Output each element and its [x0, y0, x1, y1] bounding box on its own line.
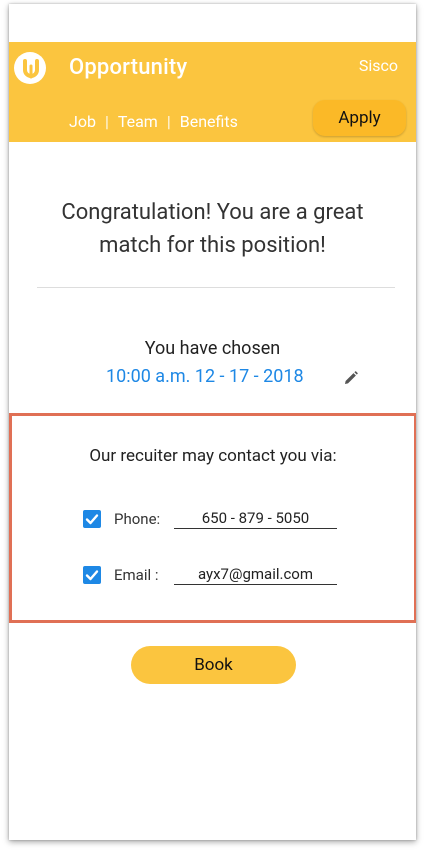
- phone-field[interactable]: 650 - 879 - 5050: [174, 508, 337, 529]
- contact-options-box: Our recuiter may contact you via: Phone:…: [9, 413, 416, 623]
- tab-bar: Job | Team | Benefits: [69, 112, 238, 131]
- contact-title: Our recuiter may contact you via:: [89, 446, 337, 466]
- tab-separator: |: [166, 112, 171, 131]
- email-checkbox[interactable]: [83, 566, 101, 584]
- tab-benefits[interactable]: Benefits: [180, 112, 238, 131]
- divider: [37, 287, 395, 288]
- tab-team[interactable]: Team: [118, 112, 158, 131]
- chosen-label: You have chosen: [144, 338, 281, 359]
- app-screen: Opportunity Sisco Job | Team | Benefits …: [9, 4, 416, 840]
- email-field[interactable]: ayx7@gmail.com: [174, 564, 337, 585]
- congrats-message: Congratulation! You are a great match fo…: [9, 196, 416, 262]
- tab-job[interactable]: Job: [69, 112, 96, 131]
- app-logo-icon: [14, 52, 46, 84]
- email-label: Email :: [114, 566, 159, 584]
- tab-separator: |: [104, 112, 109, 131]
- header-bar: Opportunity Sisco Job | Team | Benefits …: [9, 42, 416, 142]
- phone-label: Phone:: [114, 510, 161, 528]
- chosen-datetime: 10:00 a.m. 12 - 17 - 2018: [106, 366, 304, 387]
- congrats-line-2: match for this position!: [99, 233, 326, 258]
- book-button[interactable]: Book: [131, 646, 296, 684]
- edit-pencil-icon[interactable]: [344, 370, 358, 389]
- congrats-line-1: Congratulation! You are a great: [61, 200, 364, 225]
- company-name: Sisco: [358, 56, 398, 75]
- apply-button[interactable]: Apply: [313, 100, 406, 136]
- app-title: Opportunity: [69, 55, 188, 80]
- phone-checkbox[interactable]: [83, 510, 101, 528]
